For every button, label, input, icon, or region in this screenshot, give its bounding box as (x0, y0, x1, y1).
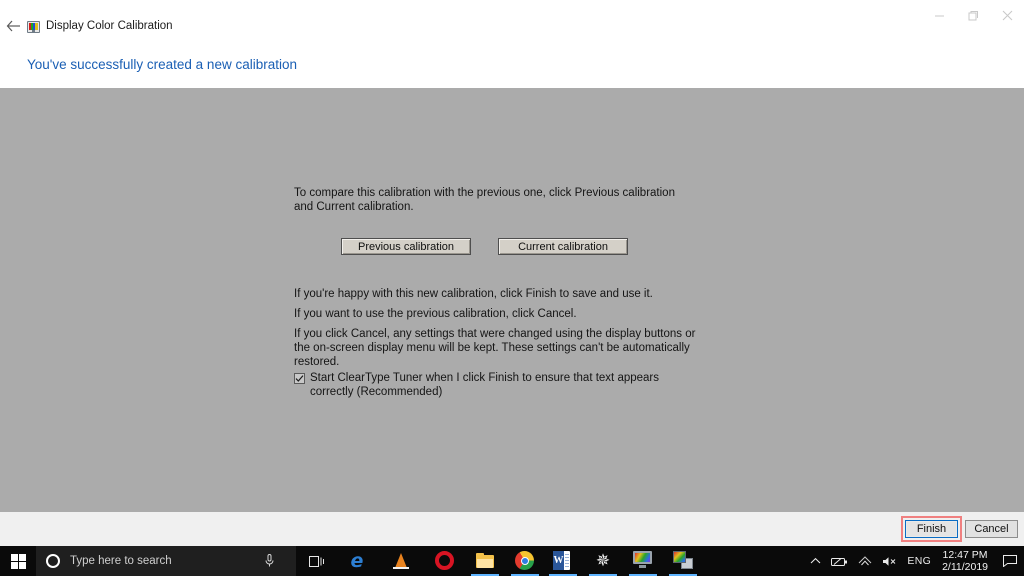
taskbar-item-microsoft-word[interactable]: W (542, 546, 584, 576)
taskbar-item-display-calibration-window[interactable] (662, 546, 704, 576)
start-button[interactable] (0, 546, 36, 576)
intro-text: To compare this calibration with the pre… (294, 187, 675, 214)
clock-time: 12:47 PM (942, 548, 988, 561)
system-tray: ENG 12:47 PM 2/11/2019 (805, 546, 1024, 576)
word-icon: W (553, 551, 573, 571)
taskbar-item-file-explorer[interactable] (464, 546, 506, 576)
folder-icon (475, 551, 495, 571)
chrome-icon (515, 551, 534, 570)
calibration-preview-panel: To compare this calibration with the pre… (0, 88, 1024, 512)
vlc-cone-icon (391, 551, 411, 571)
cancel-instruction-text: If you want to use the previous calibrat… (294, 308, 577, 320)
language-indicator[interactable]: ENG (902, 546, 936, 576)
taskbar-item-microsoft-edge[interactable]: e (336, 546, 378, 576)
close-icon[interactable] (990, 0, 1024, 30)
opera-icon (435, 551, 454, 570)
taskbar-item-settings[interactable]: ✵ (582, 546, 624, 576)
cancel-warning-text: If you click Cancel, any settings that w… (294, 328, 696, 369)
speaker-muted-icon[interactable] (877, 546, 902, 576)
display-monitor-icon (27, 21, 40, 33)
back-button[interactable] (4, 19, 22, 33)
page-title: You've successfully created a new calibr… (27, 57, 297, 72)
taskbar-item-google-chrome[interactable] (504, 546, 546, 576)
previous-calibration-button[interactable]: Previous calibration (341, 238, 471, 255)
cleartype-checkbox-label: Start ClearType Tuner when I click Finis… (310, 372, 660, 399)
edge-icon: e (350, 550, 364, 572)
tray-chevron-icon[interactable] (805, 546, 826, 576)
dialog-footer: Finish Cancel (0, 512, 1024, 546)
taskbar-item-display-color-calibration[interactable] (622, 546, 664, 576)
checkmark-icon (295, 375, 304, 382)
microphone-icon[interactable] (265, 554, 274, 572)
restore-icon[interactable] (956, 0, 990, 30)
battery-icon[interactable] (826, 546, 853, 576)
window-title: Display Color Calibration (46, 20, 173, 32)
taskbar-item-opera-browser[interactable] (424, 546, 466, 576)
windows-logo-icon (10, 553, 26, 569)
taskbar-search[interactable]: Type here to search (36, 546, 296, 576)
wifi-icon[interactable] (853, 546, 877, 576)
monitor-stand (32, 30, 35, 32)
task-view-button[interactable] (300, 546, 334, 576)
cancel-button[interactable]: Cancel (965, 520, 1018, 538)
window-titlebar: Display Color Calibration (0, 0, 1024, 46)
finish-instruction-text: If you're happy with this new calibratio… (294, 288, 653, 300)
display-color-calibration-window: Display Color Calibration You've success… (0, 0, 1024, 576)
finish-button[interactable]: Finish (905, 520, 958, 538)
dual-monitor-icon (673, 551, 693, 571)
current-calibration-button[interactable]: Current calibration (498, 238, 628, 255)
taskbar-item-vlc-media-player[interactable] (380, 546, 422, 576)
gear-icon: ✵ (595, 550, 611, 571)
cortana-icon[interactable] (46, 554, 60, 568)
minimize-icon[interactable] (922, 0, 956, 30)
window-controls (922, 0, 1024, 30)
search-input[interactable]: Type here to search (70, 555, 172, 567)
monitor-screen (29, 23, 38, 30)
clock-date: 2/11/2019 (942, 561, 988, 573)
clock[interactable]: 12:47 PM 2/11/2019 (936, 549, 996, 573)
monitor-icon (633, 551, 653, 571)
windows-taskbar: Type here to search e W ✵ ENG 12:47 PM 2… (0, 546, 1024, 576)
action-center-icon[interactable] (996, 546, 1024, 576)
cleartype-checkbox[interactable] (294, 373, 305, 384)
